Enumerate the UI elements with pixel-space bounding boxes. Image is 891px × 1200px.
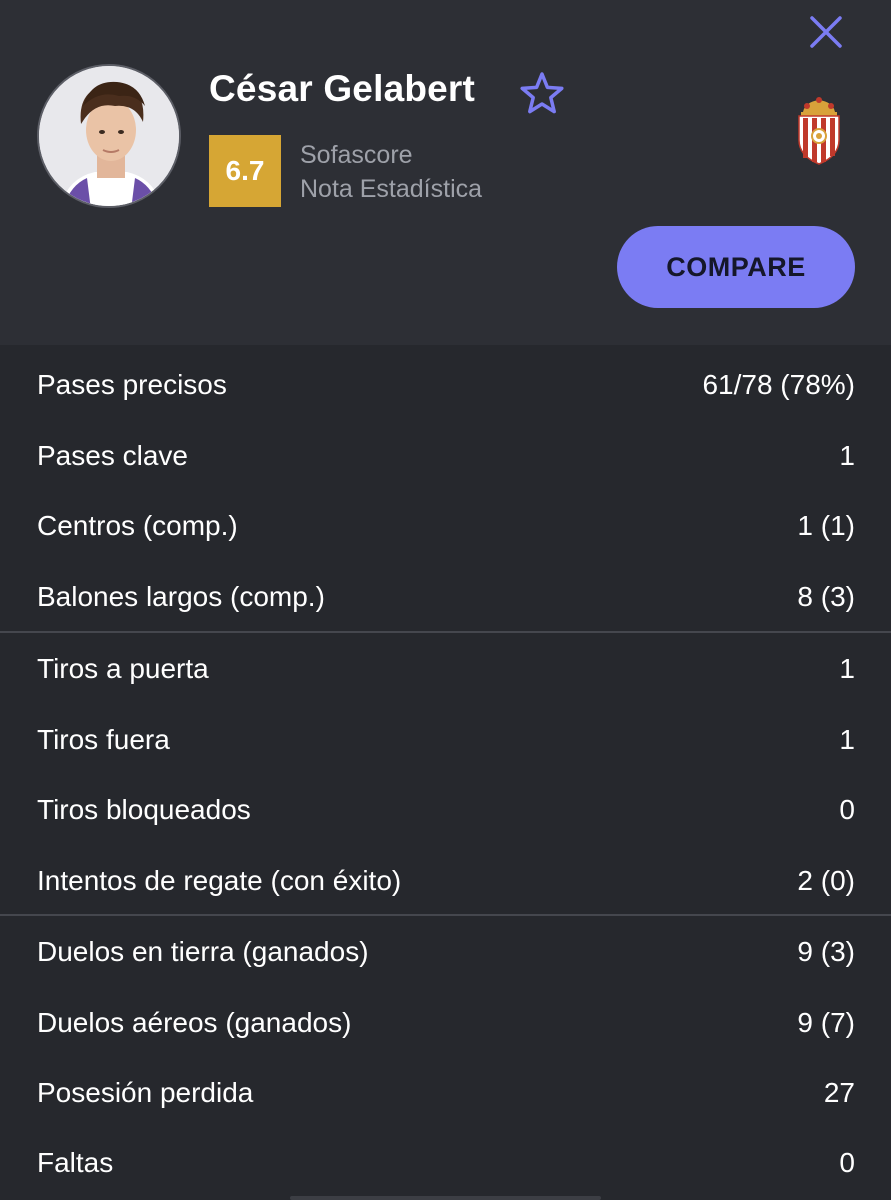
section-divider: [0, 914, 891, 916]
section-divider: [0, 631, 891, 633]
stat-row-long-balls: Balones largos (comp.) 8 (3): [0, 562, 891, 632]
stat-value: 1: [839, 653, 855, 684]
stat-row-crosses: Centros (comp.) 1 (1): [0, 491, 891, 561]
stat-row-ground-duels: Duelos en tierra (ganados) 9 (3): [0, 917, 891, 987]
rating-badge: 6.7: [209, 135, 281, 207]
compare-button[interactable]: COMPARE: [617, 226, 855, 308]
stat-label: Tiros a puerta: [37, 653, 209, 684]
stat-value: 8 (3): [797, 581, 855, 612]
stat-value: 9 (7): [797, 1007, 855, 1038]
stat-row-shots-on-target: Tiros a puerta 1: [0, 634, 891, 704]
stat-row-possession-lost: Posesión perdida 27: [0, 1058, 891, 1128]
stat-row-dribble-attempts: Intentos de regate (con éxito) 2 (0): [0, 846, 891, 916]
stat-label: Pases clave: [37, 440, 188, 471]
stat-value: 61/78 (78%): [702, 369, 855, 400]
stat-value: 1 (1): [797, 510, 855, 541]
stat-label: Pases precisos: [37, 369, 227, 400]
stat-row-blocked-shots: Tiros bloqueados 0: [0, 775, 891, 845]
stat-value: 2 (0): [797, 865, 855, 896]
stat-label: Faltas: [37, 1147, 114, 1178]
stat-value: 27: [823, 1077, 855, 1108]
close-button[interactable]: [806, 12, 846, 52]
stat-label: Duelos en tierra (ganados): [37, 936, 369, 967]
home-indicator: [290, 1196, 601, 1200]
stat-label: Duelos aéreos (ganados): [37, 1007, 352, 1038]
stat-row-shots-off-target: Tiros fuera 1: [0, 705, 891, 775]
stat-label: Balones largos (comp.): [37, 581, 325, 612]
star-outline-icon: [520, 72, 564, 114]
rating-caption: Sofascore Nota Estadística: [300, 138, 482, 206]
team-crest-icon[interactable]: [795, 94, 843, 168]
player-header: César Gelabert 6.7 Sofascore Nota Estadí…: [0, 0, 891, 345]
rating-label: Nota Estadística: [300, 175, 483, 203]
stat-value: 1: [839, 440, 855, 471]
favorite-button[interactable]: [518, 70, 566, 116]
player-photo: [39, 66, 179, 206]
stat-value: 0: [839, 794, 855, 825]
stat-row-aerial-duels: Duelos aéreos (ganados) 9 (7): [0, 988, 891, 1058]
stat-row-fouls: Faltas 0: [0, 1128, 891, 1198]
stat-label: Tiros fuera: [37, 724, 170, 755]
player-name: César Gelabert: [209, 68, 476, 109]
stat-row-accurate-passes: Pases precisos 61/78 (78%): [0, 350, 891, 420]
rating-source: Sofascore: [300, 141, 413, 169]
close-icon: [810, 16, 842, 48]
stat-value: 9 (3): [797, 936, 855, 967]
stat-label: Posesión perdida: [37, 1077, 254, 1108]
stat-value: 1: [839, 724, 855, 755]
stat-label: Tiros bloqueados: [37, 794, 251, 825]
stat-row-key-passes: Pases clave 1: [0, 421, 891, 491]
stat-label: Intentos de regate (con éxito): [37, 865, 402, 896]
stat-value: 0: [839, 1147, 855, 1178]
avatar: [37, 64, 181, 208]
stat-label: Centros (comp.): [37, 510, 238, 541]
